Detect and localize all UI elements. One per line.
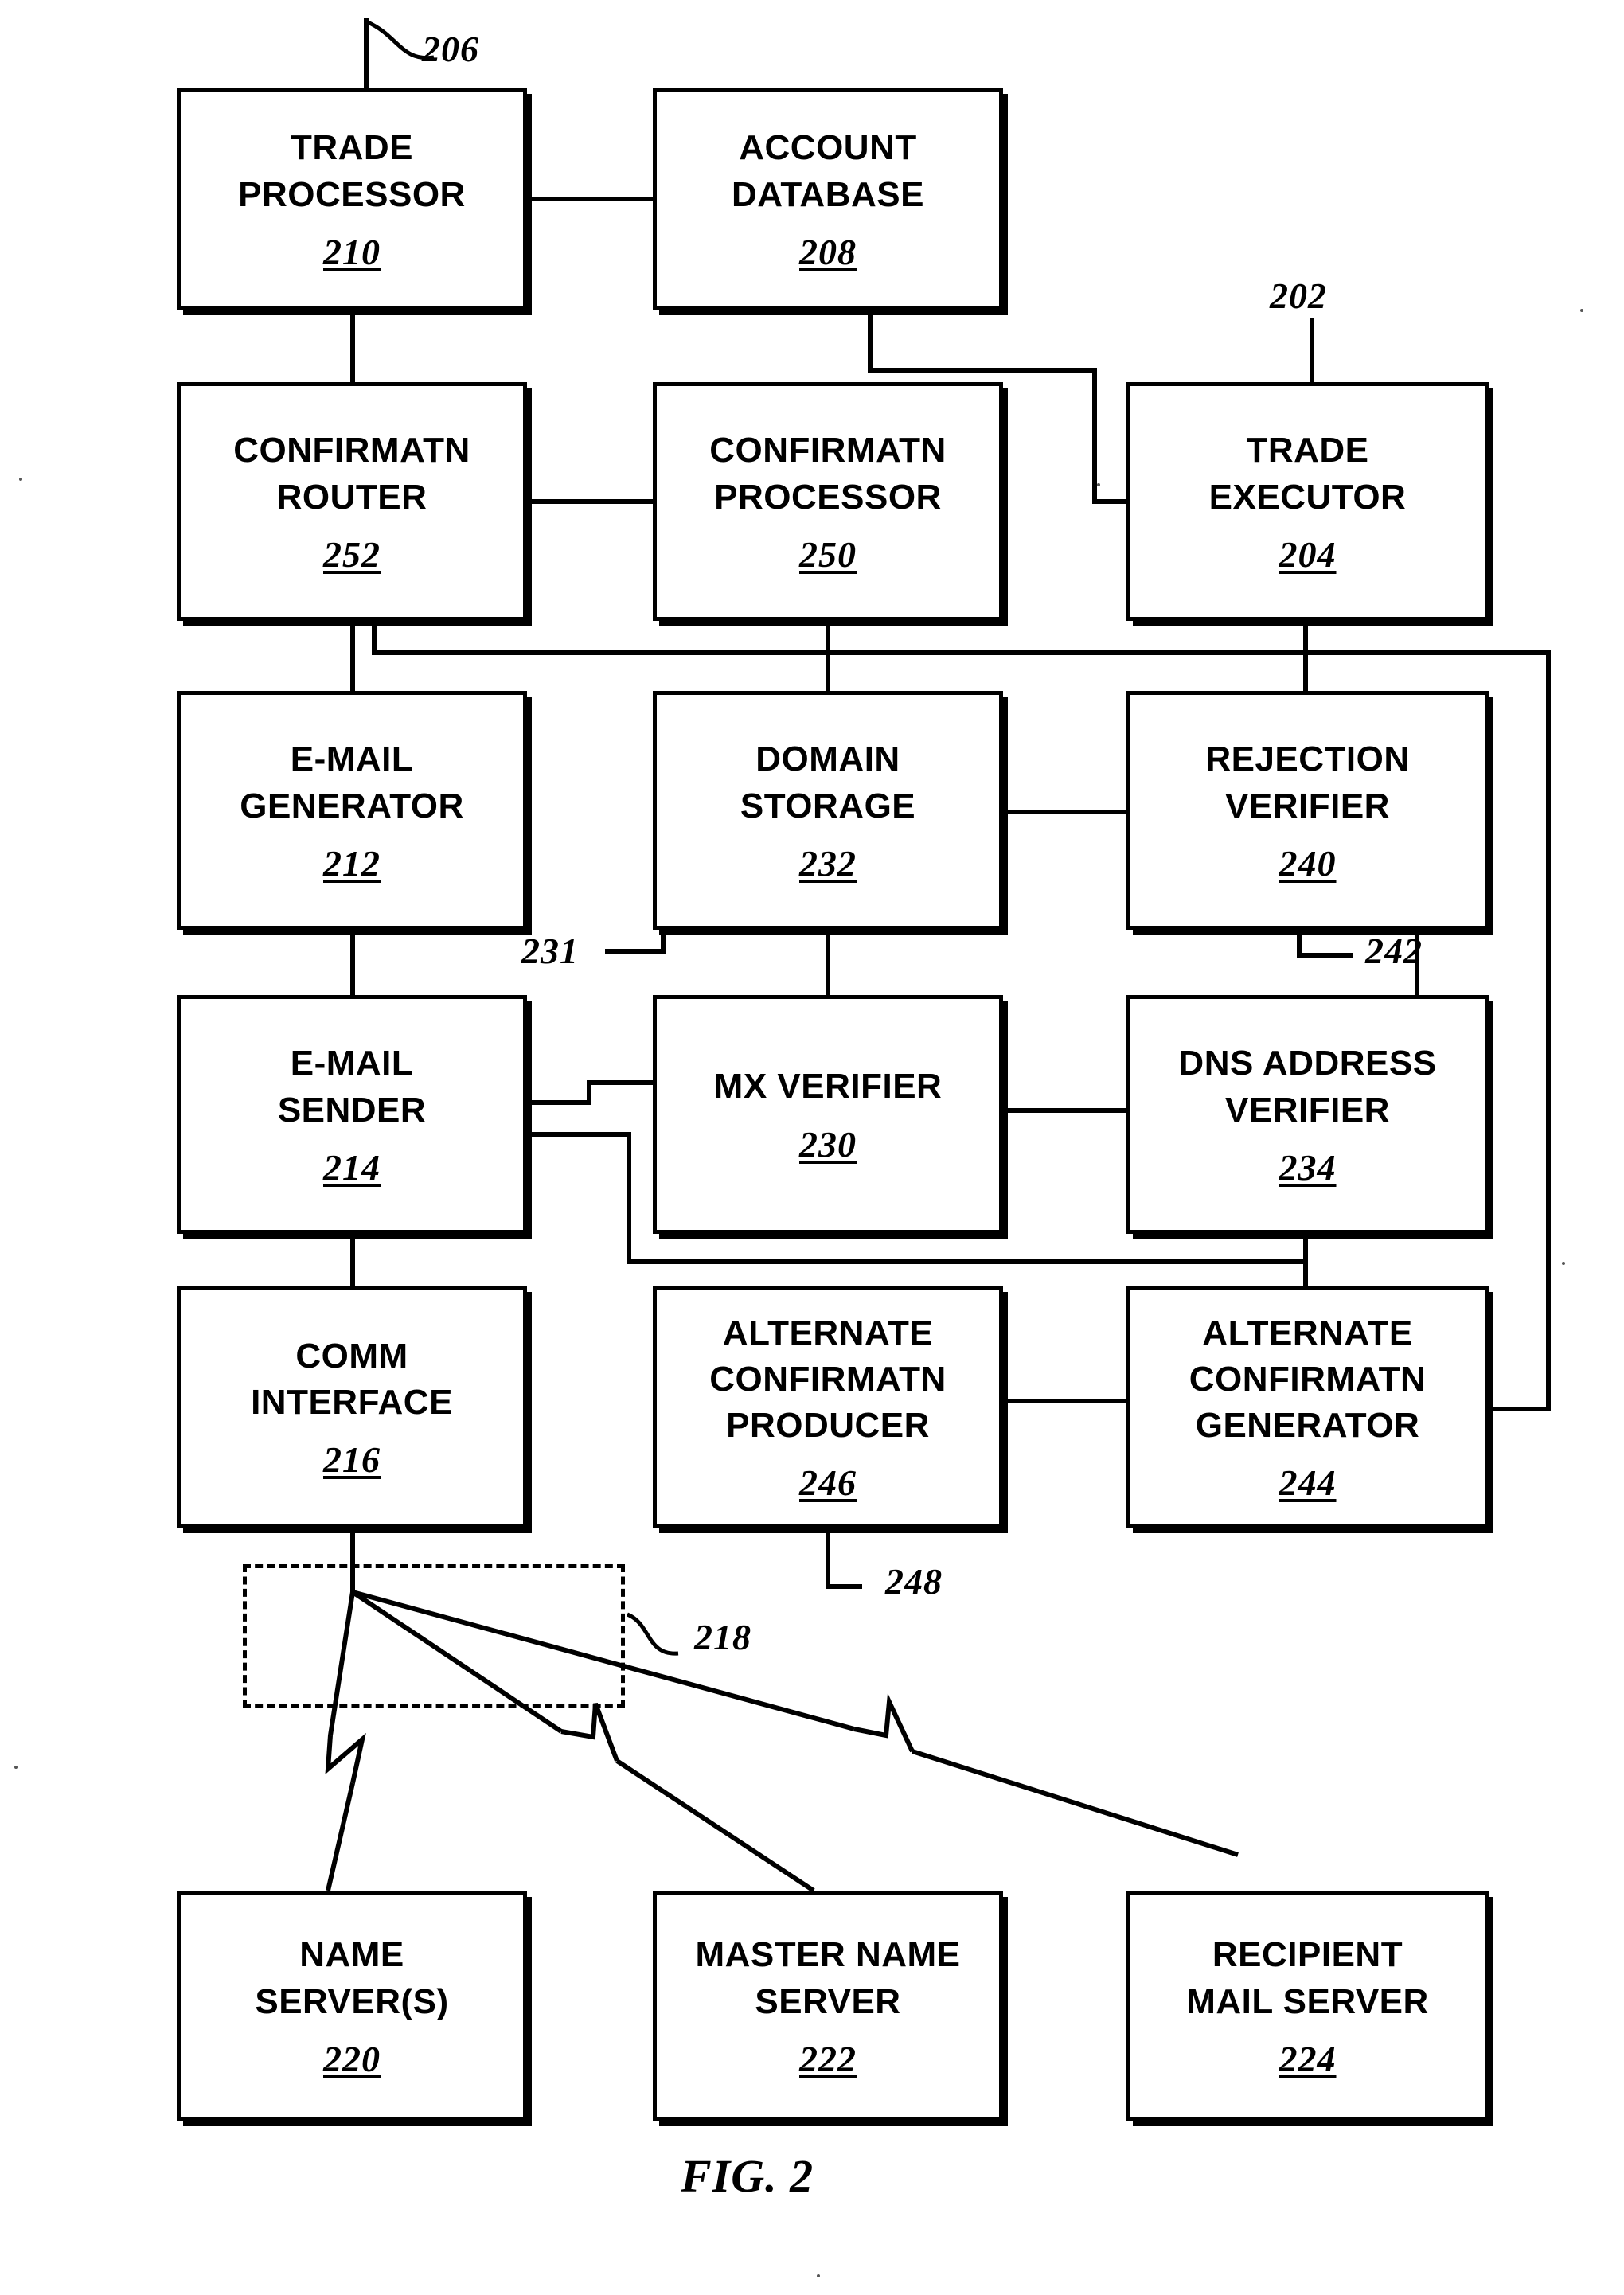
callout-231: 231	[521, 931, 579, 971]
callout-248: 248	[885, 1561, 943, 1602]
node-reference-numeral: 224	[1279, 2038, 1337, 2079]
node-label-line: PROCESSOR	[238, 174, 466, 214]
node-master_name_server: MASTER NAME SERVER 222	[653, 1891, 1003, 2121]
scan-speck	[1562, 1262, 1565, 1265]
node-reference-numeral: 210	[323, 231, 381, 272]
node-account_database: ACCOUNT DATABASE 208	[653, 88, 1003, 310]
node-mx_verifier: MX VERIFIER 230	[653, 995, 1003, 1234]
node-reference-numeral: 216	[323, 1439, 381, 1481]
node-label-line: SERVER(S)	[255, 1981, 449, 2021]
node-rejection_verifier: REJECTION VERIFIER 240	[1126, 691, 1489, 930]
node-dns_address_verifier: DNS ADDRESS VERIFIER 234	[1126, 995, 1489, 1234]
patent-figure-page: TRADE PROCESSOR 210 ACCOUNT DATABASE 208 TRADE…	[0, 0, 1624, 2295]
node-reference-numeral: 204	[1279, 533, 1337, 575]
node-email_generator: E-MAIL GENERATOR 212	[177, 691, 527, 930]
node-label-line: E-MAIL	[290, 1044, 414, 1083]
node-label-line: DNS ADDRESS	[1178, 1044, 1437, 1083]
node-label-line: COMM	[295, 1336, 408, 1376]
node-trade_processor: TRADE PROCESSOR 210	[177, 88, 527, 310]
node-label-line: SERVER	[755, 1981, 901, 2021]
node-reference-numeral: 230	[799, 1123, 857, 1165]
node-reference-numeral: 222	[799, 2038, 857, 2079]
node-label-line: CONFIRMATN	[1189, 1359, 1427, 1399]
scan-speck	[1580, 309, 1583, 312]
link-214-230	[527, 1080, 653, 1105]
lead-248	[826, 1528, 862, 1589]
break-mark-224	[853, 1692, 915, 1753]
node-label-line: CONFIRMATN	[709, 431, 947, 470]
lead-curve-218	[626, 1612, 679, 1656]
node-label-line: ACCOUNT	[739, 128, 917, 168]
branch-to-222-lower	[615, 1758, 815, 1893]
node-confirmatn_router: CONFIRMATN ROUTER 252	[177, 382, 527, 621]
scan-speck	[1097, 483, 1100, 486]
node-reference-numeral: 234	[1279, 1146, 1337, 1188]
node-trade_executor: TRADE EXECUTOR 204	[1126, 382, 1489, 621]
node-reference-numeral: 250	[799, 533, 857, 575]
node-label-line: CONFIRMATN	[233, 431, 470, 470]
node-email_sender: E-MAIL SENDER 214	[177, 995, 527, 1234]
node-label-line: TRADE	[290, 128, 414, 168]
node-label-line: DOMAIN	[755, 740, 900, 779]
node-label-line: MAIL SERVER	[1186, 1981, 1429, 2021]
node-label-line: STORAGE	[740, 786, 916, 825]
node-reference-numeral: 208	[799, 231, 857, 272]
node-reference-numeral: 246	[799, 1462, 857, 1504]
break-mark-222	[560, 1702, 619, 1762]
break-mark-220	[325, 1732, 366, 1784]
node-label-line: MASTER NAME	[695, 1935, 961, 1975]
node-label-line: E-MAIL	[290, 740, 414, 779]
node-recipient_mail_server: RECIPIENT MAIL SERVER 224	[1126, 1891, 1489, 2121]
scan-speck	[14, 1766, 18, 1769]
node-label-line: PROCESSOR	[714, 477, 942, 517]
node-label-line: NAME	[299, 1935, 404, 1975]
scan-speck	[817, 2274, 820, 2277]
node-label-line: ALTERNATE	[1202, 1313, 1413, 1352]
node-label-line: GENERATOR	[240, 786, 464, 825]
lead-231	[605, 930, 666, 954]
node-reference-numeral: 244	[1279, 1462, 1337, 1504]
node-comm_interface: COMM INTERFACE 216	[177, 1286, 527, 1528]
network-region	[243, 1564, 625, 1708]
scan-speck	[19, 478, 22, 481]
node-label-line: DATABASE	[732, 174, 924, 214]
node-label-line: PRODUCER	[726, 1406, 930, 1446]
node-label-line: VERIFIER	[1225, 1090, 1390, 1130]
node-reference-numeral: 212	[323, 842, 381, 884]
node-reference-numeral: 214	[323, 1146, 381, 1188]
callout-218: 218	[694, 1617, 751, 1657]
node-alternate_confirmatn_generator: ALTERNATE CONFIRMATN GENERATOR 244	[1126, 1286, 1489, 1528]
node-label-line: VERIFIER	[1225, 786, 1390, 825]
node-reference-numeral: 240	[1279, 842, 1337, 884]
branch-to-220-lower	[326, 1782, 355, 1891]
node-label-line: INTERFACE	[251, 1383, 453, 1422]
node-reference-numeral: 232	[799, 842, 857, 884]
lead-242	[1297, 930, 1353, 958]
branch-to-224-lower	[912, 1749, 1239, 1857]
node-label-line: REJECTION	[1205, 740, 1410, 779]
node-alternate_confirmatn_producer: ALTERNATE CONFIRMATN PRODUCER 246	[653, 1286, 1003, 1528]
node-label-line: EXECUTOR	[1208, 477, 1407, 517]
callout-202: 202	[1270, 275, 1327, 316]
node-label-line: MX VERIFIER	[713, 1067, 943, 1107]
callout-206: 206	[422, 29, 479, 69]
figure-caption: FIG. 2	[681, 2150, 814, 2202]
node-label-line: ROUTER	[276, 477, 427, 517]
node-domain_storage: DOMAIN STORAGE 232	[653, 691, 1003, 930]
node-label-line: GENERATOR	[1195, 1406, 1420, 1446]
node-confirmatn_processor: CONFIRMATN PROCESSOR 250	[653, 382, 1003, 621]
node-label-line: RECIPIENT	[1212, 1935, 1403, 1975]
node-label-line: CONFIRMATN	[709, 1359, 947, 1399]
node-label-line: SENDER	[277, 1090, 427, 1130]
node-label-line: TRADE	[1246, 431, 1369, 470]
node-reference-numeral: 220	[323, 2038, 381, 2079]
node-label-line: ALTERNATE	[722, 1313, 934, 1352]
callout-242: 242	[1365, 931, 1423, 971]
node-name_servers: NAME SERVER(S) 220	[177, 1891, 527, 2121]
node-reference-numeral: 252	[323, 533, 381, 575]
